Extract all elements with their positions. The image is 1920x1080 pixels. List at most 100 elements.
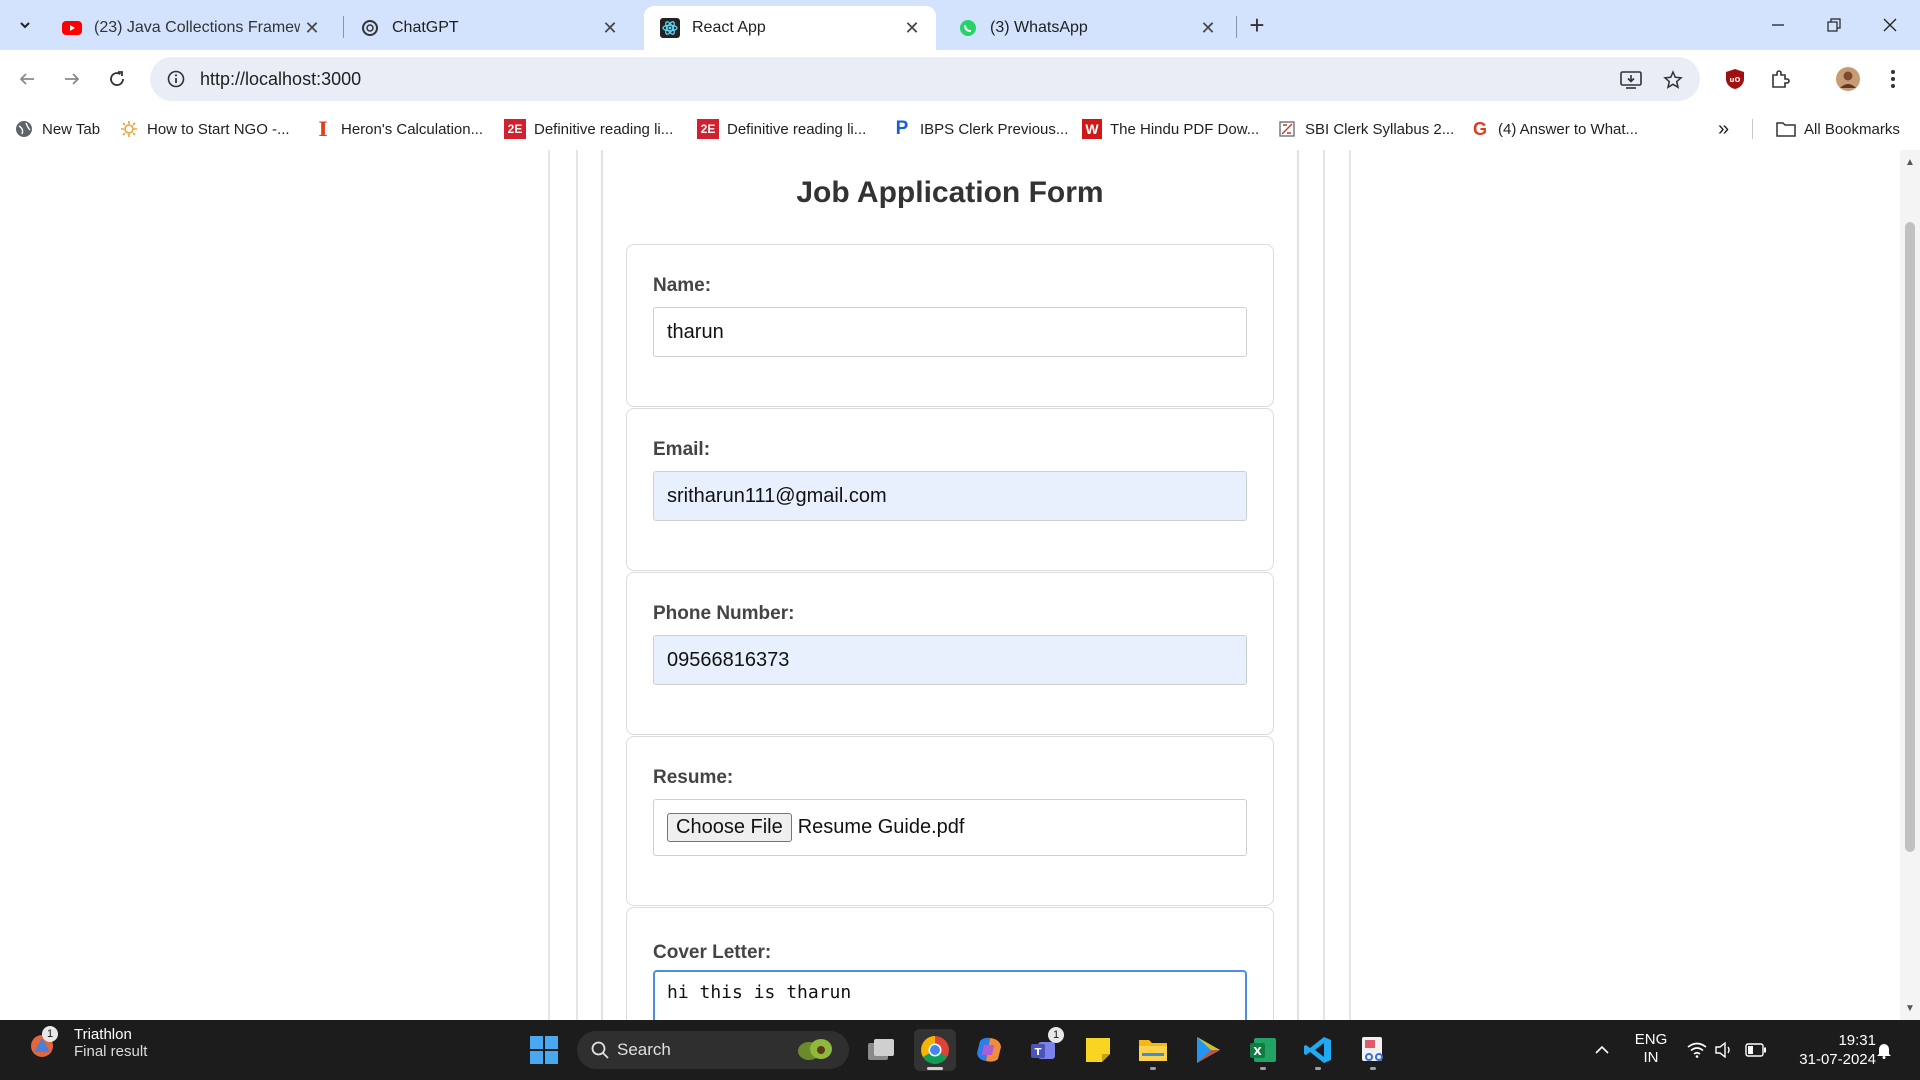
resume-group: Resume: Choose File Resume Guide.pdf <box>626 736 1274 906</box>
bookmarks-divider <box>1752 119 1753 139</box>
bookmark-heron[interactable]: I Heron's Calculation... <box>313 114 483 144</box>
i-icon: I <box>318 117 328 141</box>
task-view-button[interactable] <box>860 1029 902 1071</box>
tab-title: ChatGPT <box>392 19 459 36</box>
tab-whatsapp[interactable]: (3) WhatsApp ✕ <box>942 6 1232 50</box>
windows-logo-icon <box>530 1036 558 1064</box>
cover-letter-textarea[interactable]: hi this is tharun <box>653 970 1247 1020</box>
ngo-icon <box>119 119 139 139</box>
close-icon[interactable]: ✕ <box>300 16 324 40</box>
language-region: IN <box>1643 1049 1659 1066</box>
tab-youtube[interactable]: (23) Java Collections Framework ✕ <box>46 6 336 50</box>
bookmark-sbi[interactable]: SBI Clerk Syllabus 2... <box>1277 114 1454 144</box>
svg-text:uO: uO <box>1730 76 1741 84</box>
play-store-taskbar-app[interactable] <box>1187 1029 1229 1071</box>
tab-search-button[interactable] <box>10 10 40 40</box>
page-viewport: Job Application Form Name: tharun Email:… <box>0 150 1920 1020</box>
battery-icon[interactable] <box>1744 1038 1768 1062</box>
bookmarks-bar: New Tab How to Start NGO -... I Heron's … <box>0 108 1920 150</box>
phone-input[interactable]: 09566816373 <box>653 635 1247 685</box>
taskbar-search[interactable]: Search <box>577 1031 849 1069</box>
tab-strip: (23) Java Collections Framework ✕ ChatGP… <box>0 0 1920 50</box>
close-icon[interactable]: ✕ <box>598 16 622 40</box>
cover-letter-value: hi this is tharun <box>667 982 852 1003</box>
language-indicator[interactable]: ENG IN <box>1626 1031 1676 1067</box>
start-button[interactable] <box>523 1029 565 1071</box>
email-input[interactable]: sritharun111@gmail.com <box>653 471 1247 521</box>
page-border-line <box>576 150 578 1020</box>
sticky-notes-taskbar-app[interactable] <box>1077 1029 1119 1071</box>
restore-button[interactable] <box>1806 0 1862 50</box>
bookmark-label: (4) Answer to What... <box>1498 120 1639 138</box>
widget-subtitle: Final result <box>74 1043 148 1060</box>
close-icon[interactable]: ✕ <box>900 16 924 40</box>
form-title: Job Application Form <box>796 176 1104 209</box>
address-bar[interactable]: http://localhost:3000 <box>150 57 1700 101</box>
name-input[interactable]: tharun <box>653 307 1247 357</box>
bookmark-definitive-2[interactable]: 2E Definitive reading li... <box>697 114 866 144</box>
reload-button[interactable] <box>100 62 134 96</box>
url-text[interactable]: http://localhost:3000 <box>200 69 361 90</box>
chrome-taskbar-app[interactable] <box>914 1029 956 1071</box>
bookmark-star-icon[interactable] <box>1658 65 1688 95</box>
vscode-taskbar-app[interactable] <box>1297 1029 1339 1071</box>
bookmark-label: How to Start NGO -... <box>147 120 290 138</box>
bookmark-ibps[interactable]: P IBPS Clerk Previous... <box>892 114 1069 144</box>
teams-taskbar-app[interactable]: T 1 <box>1022 1027 1064 1071</box>
bookmark-new-tab[interactable]: New Tab <box>14 114 100 144</box>
volume-icon[interactable] <box>1712 1038 1736 1062</box>
file-explorer-taskbar-app[interactable] <box>1132 1029 1174 1071</box>
tab-react-app[interactable]: React App ✕ <box>644 6 936 50</box>
running-indicator <box>1150 1067 1156 1070</box>
bookmark-ngo[interactable]: How to Start NGO -... <box>119 114 290 144</box>
scrollbar-thumb[interactable] <box>1905 222 1915 852</box>
task-view-icon <box>868 1039 894 1060</box>
excel-taskbar-app[interactable]: X <box>1242 1029 1284 1071</box>
page-scrollbar[interactable]: ▲ ▼ <box>1900 150 1920 1020</box>
weather-widget[interactable]: 1 Triathlon Final result <box>28 1026 147 1060</box>
tab-title: React App <box>692 19 766 36</box>
phone-label: Phone Number: <box>653 603 795 624</box>
notification-bell-icon[interactable] <box>1872 1038 1896 1062</box>
minimize-button[interactable] <box>1750 0 1806 50</box>
site-info-icon[interactable] <box>156 59 196 99</box>
wifi-icon[interactable] <box>1685 1038 1709 1062</box>
chevron-up-icon[interactable] <box>1590 1038 1614 1062</box>
scroll-up-arrow-icon[interactable]: ▲ <box>1900 152 1920 172</box>
choose-file-button[interactable]: Choose File <box>667 813 792 842</box>
bookmark-hindu[interactable]: W The Hindu PDF Dow... <box>1082 114 1259 144</box>
page-border-line <box>548 150 550 1020</box>
profile-avatar[interactable] <box>1831 62 1865 96</box>
scroll-down-arrow-icon[interactable]: ▼ <box>1900 998 1920 1018</box>
ublock-extension-icon[interactable]: uO <box>1718 62 1752 96</box>
page-border-line <box>1323 150 1325 1020</box>
search-highlight-icon <box>798 1039 832 1060</box>
forward-button[interactable] <box>55 62 89 96</box>
close-window-button[interactable] <box>1862 0 1918 50</box>
double-chevron-right-icon: » <box>1718 117 1730 140</box>
name-group: Name: tharun <box>626 244 1274 407</box>
install-app-icon[interactable] <box>1616 65 1646 95</box>
phone-group: Phone Number: 09566816373 <box>626 572 1274 735</box>
snipping-tool-taskbar-app[interactable] <box>1352 1029 1394 1071</box>
clock[interactable]: 19:31 31-07-2024 <box>1780 1031 1876 1069</box>
bookmark-definitive-1[interactable]: 2E Definitive reading li... <box>504 114 673 144</box>
more-bookmarks-button[interactable]: » <box>1718 114 1738 144</box>
email-group: Email: sritharun111@gmail.com <box>626 408 1274 571</box>
restore-icon <box>1827 18 1841 32</box>
new-tab-button[interactable]: + <box>1242 10 1272 40</box>
folder-icon <box>1139 1040 1167 1061</box>
all-bookmarks-button[interactable]: All Bookmarks <box>1776 114 1900 144</box>
copilot-taskbar-app[interactable] <box>968 1029 1010 1071</box>
excel-icon: X <box>1250 1038 1276 1062</box>
resume-file-input[interactable]: Choose File Resume Guide.pdf <box>653 799 1247 856</box>
language-code: ENG <box>1634 1031 1668 1048</box>
back-button[interactable] <box>10 62 44 96</box>
bookmark-answer[interactable]: G (4) Answer to What... <box>1470 114 1638 144</box>
tab-chatgpt[interactable]: ChatGPT ✕ <box>344 6 634 50</box>
extensions-icon[interactable] <box>1763 62 1797 96</box>
close-icon[interactable]: ✕ <box>1196 16 1220 40</box>
cover-letter-group: Cover Letter: hi this is tharun <box>626 907 1274 1020</box>
menu-kebab-icon[interactable] <box>1876 62 1910 96</box>
arrow-right-icon <box>65 73 80 85</box>
